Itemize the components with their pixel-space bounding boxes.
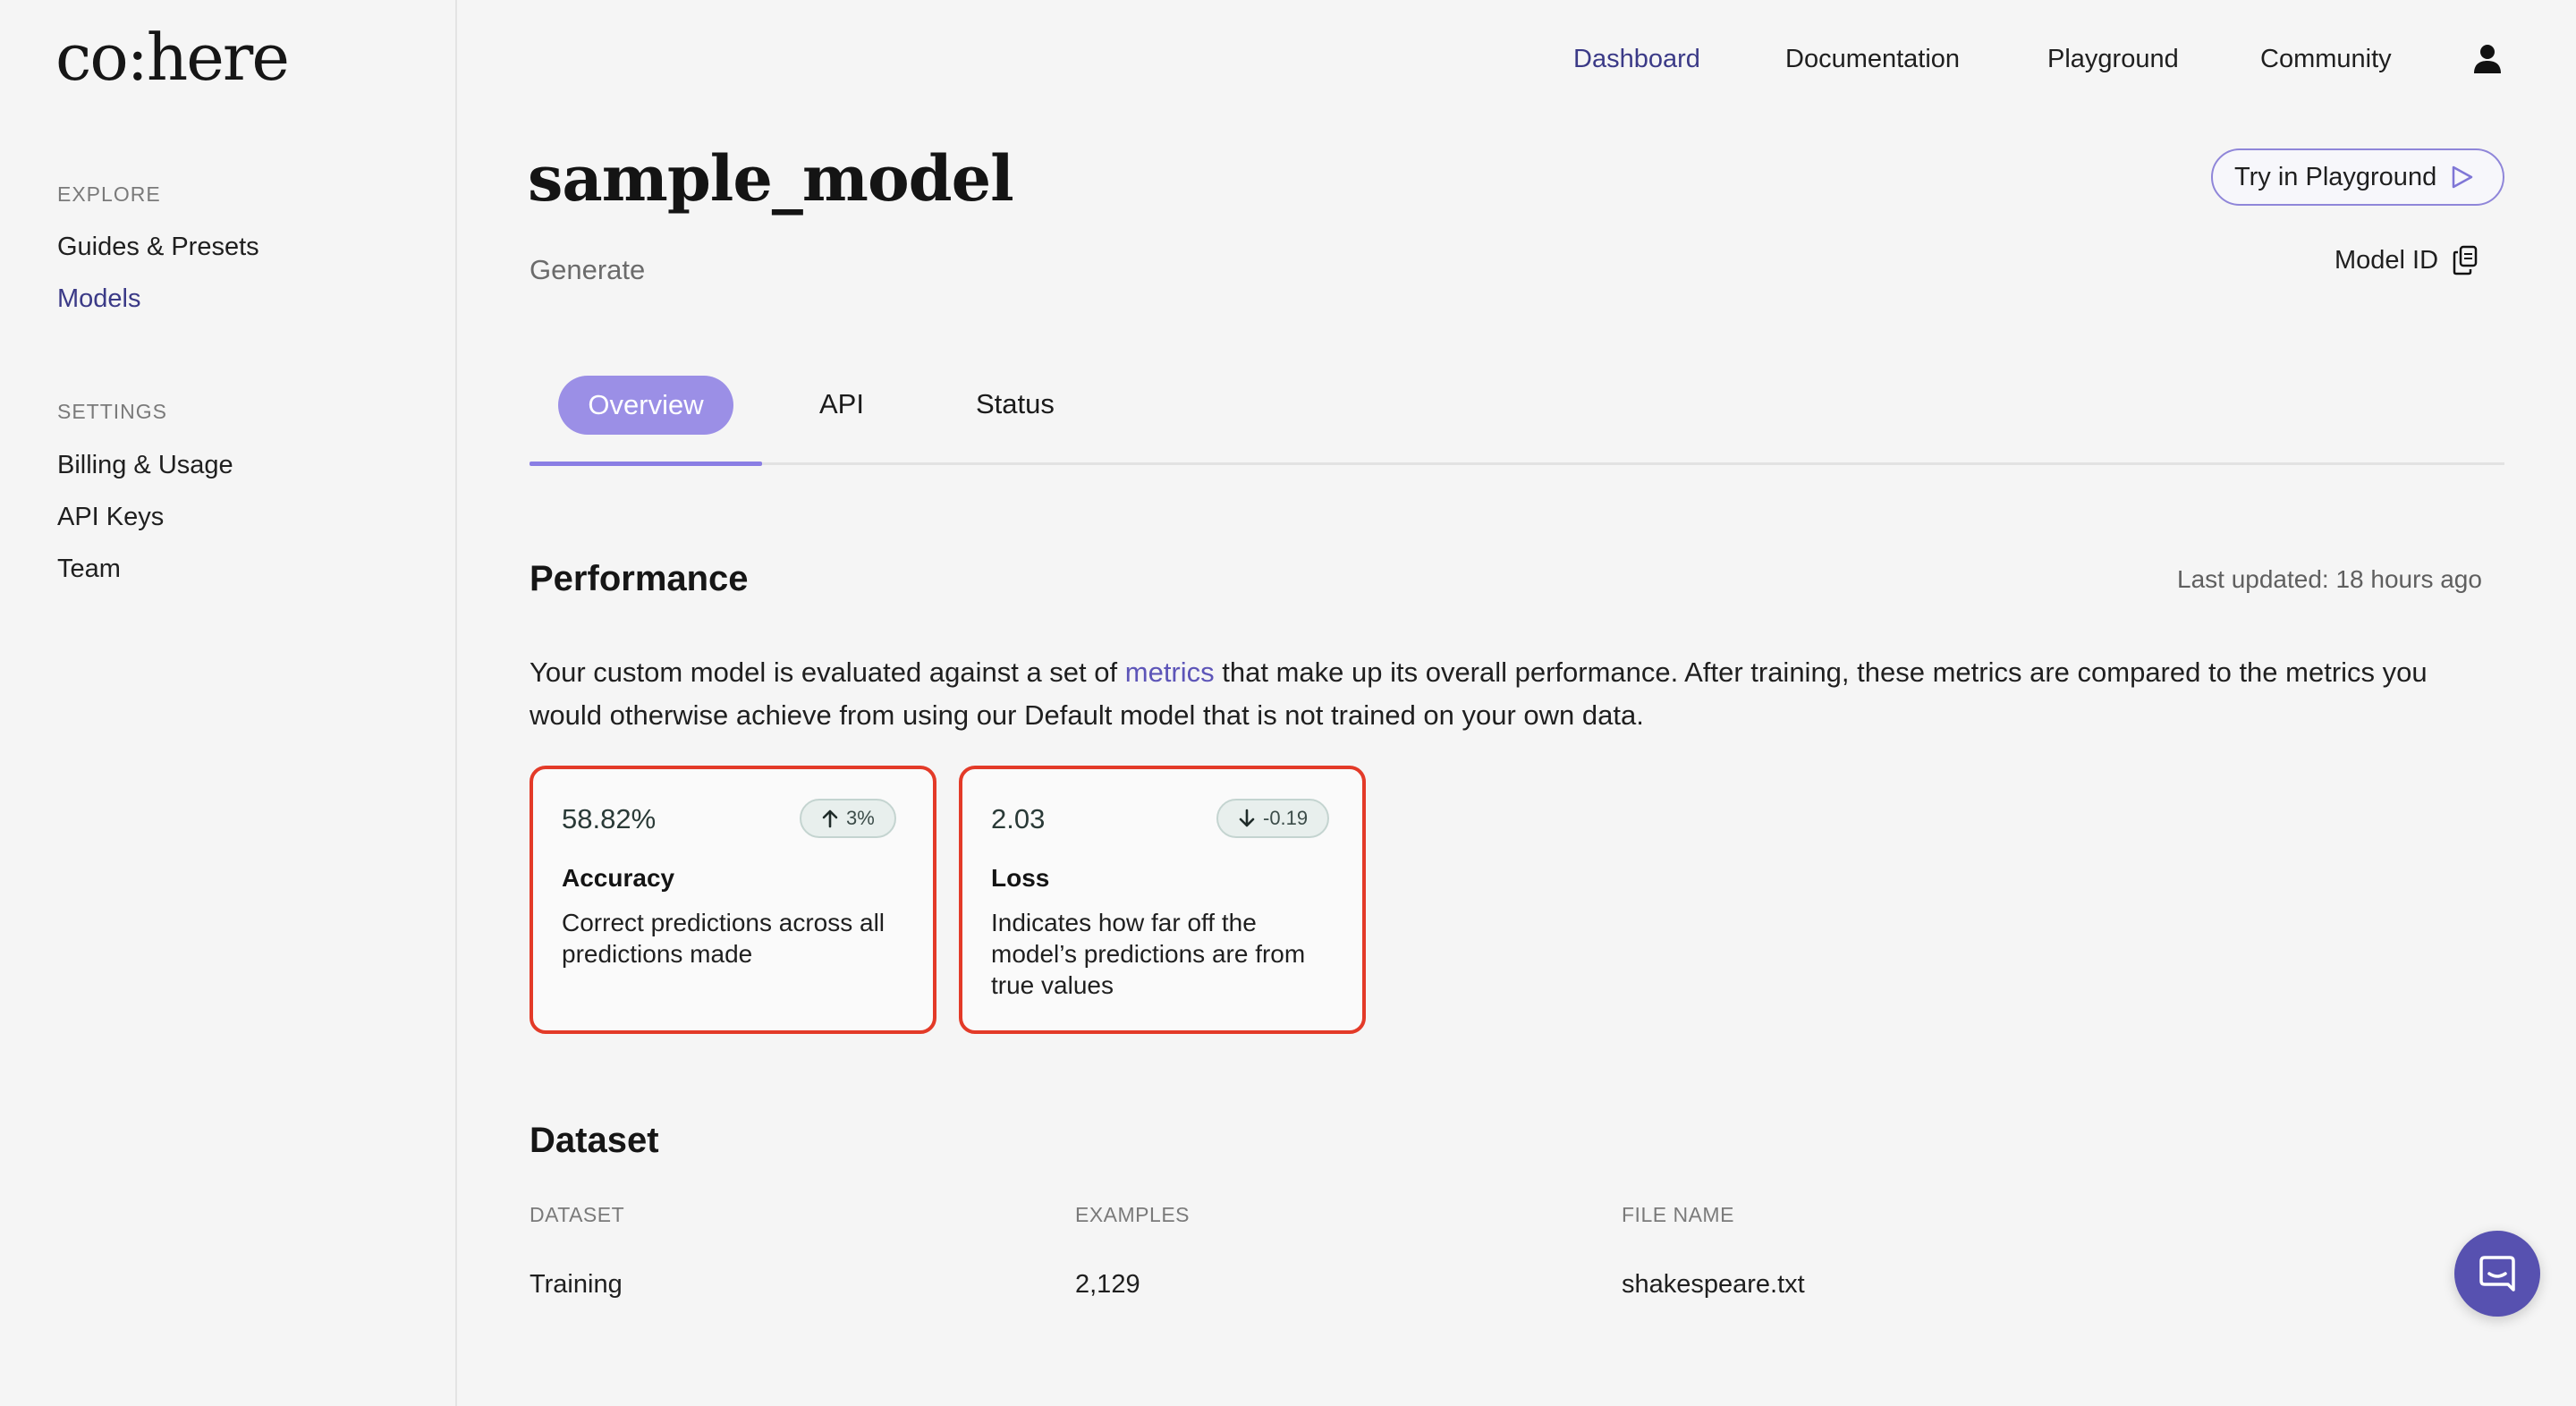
active-tab-underline <box>530 462 762 466</box>
examples-column-header: EXAMPLES <box>1075 1203 1190 1226</box>
dataset-heading: Dataset <box>530 1121 659 1160</box>
model-id-label: Model ID <box>2334 245 2439 275</box>
sidebar: co:here EXPLORE Guides & Presets Models … <box>0 0 457 1406</box>
tabs-divider <box>530 462 2504 465</box>
cohere-logo[interactable]: co:here <box>55 20 290 95</box>
metric-card-loss: 2.03 -0.19 Loss Indicates how far off th… <box>959 766 1366 1034</box>
metric-name: Accuracy <box>562 864 675 892</box>
model-type-subtitle: Generate <box>530 254 646 285</box>
app-root: co:here EXPLORE Guides & Presets Models … <box>0 0 2576 1406</box>
performance-description: Your custom model is evaluated against a… <box>530 651 2506 737</box>
tab-api[interactable]: API <box>819 388 864 420</box>
performance-heading: Performance <box>530 559 749 598</box>
dataset-cell-examples: 2,129 <box>1075 1270 1140 1299</box>
metric-change-value: 3% <box>846 807 875 829</box>
tab-status[interactable]: Status <box>976 388 1055 420</box>
copy-icon <box>2453 245 2478 275</box>
user-icon[interactable] <box>2472 43 2503 75</box>
dataset-cell-file-name: shakespeare.txt <box>1622 1270 1805 1299</box>
nav-community[interactable]: Community <box>2260 45 2392 74</box>
metrics-link[interactable]: metrics <box>1125 656 1215 688</box>
performance-text-start: Your custom model is evaluated against a… <box>530 656 1125 688</box>
try-in-playground-label: Try in Playground <box>2234 162 2437 191</box>
metric-description: Indicates how far off the model’s predic… <box>991 909 1306 999</box>
metric-description: Correct predictions across all predictio… <box>562 909 886 968</box>
model-id-copy[interactable]: Model ID <box>2334 245 2478 275</box>
metric-card-accuracy: 58.82% 3% Accuracy Correct predictions a… <box>530 766 936 1034</box>
sidebar-item-guides-presets[interactable]: Guides & Presets <box>57 233 259 262</box>
tab-overview[interactable]: Overview <box>558 376 733 435</box>
sidebar-item-api-keys[interactable]: API Keys <box>57 503 164 532</box>
chat-icon <box>2479 1256 2515 1292</box>
metric-name: Loss <box>991 864 1050 892</box>
sidebar-item-billing-usage[interactable]: Billing & Usage <box>57 451 233 480</box>
nav-playground[interactable]: Playground <box>2047 45 2179 74</box>
try-in-playground-button[interactable]: Try in Playground <box>2211 148 2504 206</box>
page-title: sample_model <box>528 141 1014 216</box>
sidebar-item-team[interactable]: Team <box>57 555 121 584</box>
metric-change-badge: -0.19 <box>1216 799 1330 838</box>
dataset-column-header: DATASET <box>530 1203 625 1226</box>
file-name-column-header: FILE NAME <box>1622 1203 1734 1226</box>
sidebar-section-settings: SETTINGS <box>57 400 168 423</box>
arrow-down-icon <box>1239 809 1255 827</box>
metric-change-badge: 3% <box>800 799 896 838</box>
nav-dashboard[interactable]: Dashboard <box>1573 45 1700 74</box>
metric-change-value: -0.19 <box>1263 807 1309 829</box>
arrow-up-icon <box>822 809 838 828</box>
play-icon <box>2452 165 2473 189</box>
last-updated-text: Last updated: 18 hours ago <box>2177 565 2482 593</box>
metric-value: 58.82% <box>562 803 657 834</box>
sidebar-section-explore: EXPLORE <box>57 182 161 206</box>
chat-launcher-button[interactable] <box>2454 1231 2540 1317</box>
nav-documentation[interactable]: Documentation <box>1785 45 1960 74</box>
metric-value: 2.03 <box>991 803 1046 834</box>
dataset-cell-name: Training <box>530 1270 623 1299</box>
sidebar-item-models[interactable]: Models <box>57 284 141 314</box>
